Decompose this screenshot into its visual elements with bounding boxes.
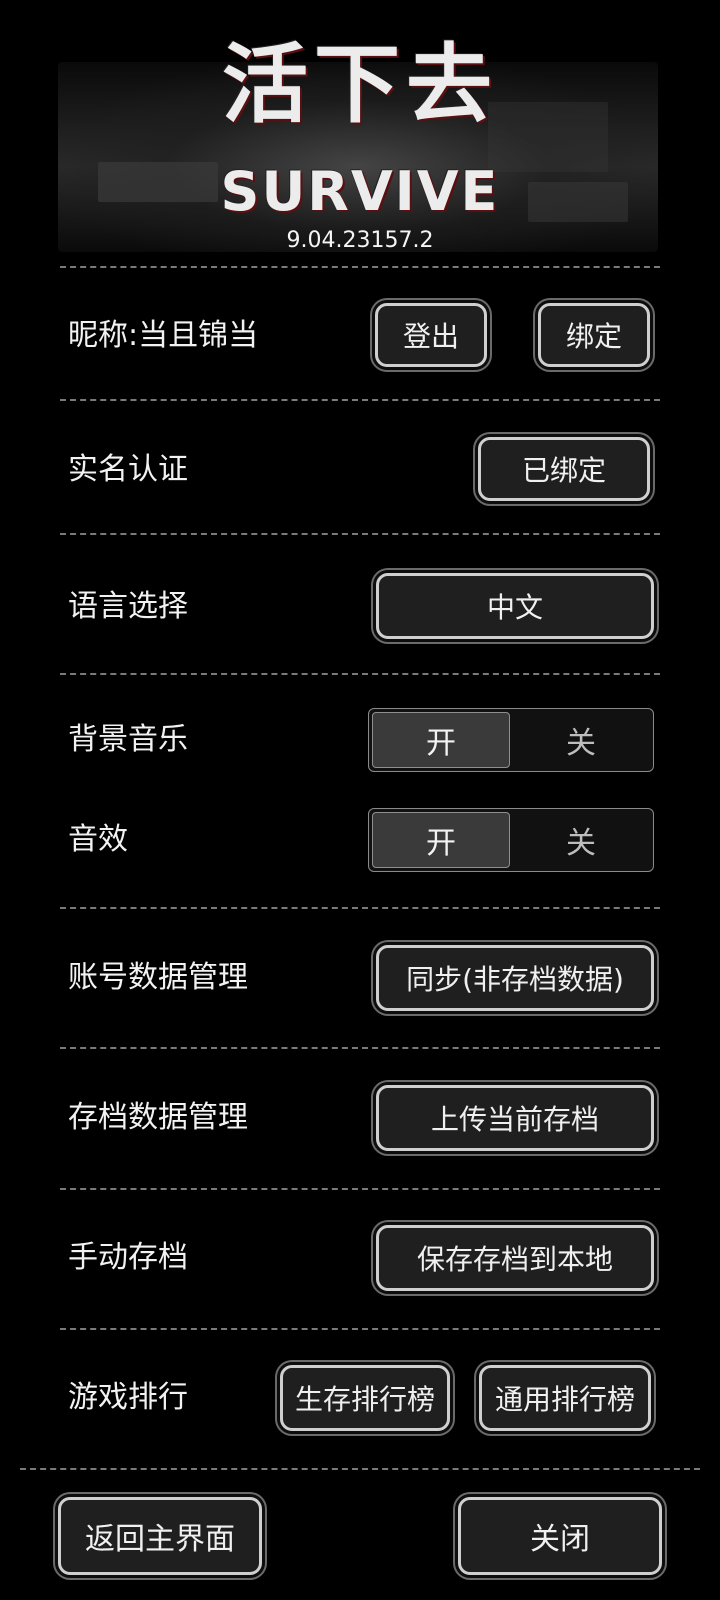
- account-data-label: 账号数据管理: [68, 960, 248, 995]
- divider: [60, 673, 660, 675]
- upload-save-button[interactable]: 上传当前存档: [376, 1085, 654, 1151]
- bgm-toggle[interactable]: 开 关: [368, 708, 654, 772]
- back-to-main-button[interactable]: 返回主界面: [58, 1497, 262, 1575]
- divider: [60, 266, 660, 268]
- language-label: 语言选择: [68, 589, 188, 624]
- bgm-label: 背景音乐: [68, 722, 188, 757]
- game-logo-chinese: 活下去: [222, 34, 498, 135]
- save-local-button[interactable]: 保存存档到本地: [376, 1225, 654, 1291]
- survival-ranking-button[interactable]: 生存排行榜: [280, 1365, 450, 1431]
- close-button[interactable]: 关闭: [458, 1497, 662, 1575]
- divider: [60, 533, 660, 535]
- sfx-off-option[interactable]: 关: [511, 812, 651, 868]
- sfx-on-option[interactable]: 开: [372, 812, 510, 868]
- divider: [60, 399, 660, 401]
- divider: [60, 1047, 660, 1049]
- sfx-toggle[interactable]: 开 关: [368, 808, 654, 872]
- manual-save-label: 手动存档: [68, 1240, 188, 1275]
- divider: [60, 1188, 660, 1190]
- bind-account-button[interactable]: 绑定: [538, 303, 650, 367]
- language-select-button[interactable]: 中文: [376, 573, 654, 639]
- version-text: 9.04.23157.2: [286, 228, 434, 253]
- game-logo-english: SURVIVE: [220, 160, 500, 223]
- general-ranking-button[interactable]: 通用排行榜: [479, 1365, 651, 1431]
- divider: [20, 1468, 700, 1470]
- divider: [60, 1328, 660, 1330]
- realname-status-button[interactable]: 已绑定: [478, 437, 650, 501]
- sfx-label: 音效: [68, 822, 128, 857]
- sync-account-data-button[interactable]: 同步(非存档数据): [376, 945, 654, 1011]
- nickname-label: 昵称:当且锦当: [68, 318, 259, 353]
- bgm-on-option[interactable]: 开: [372, 712, 510, 768]
- save-data-label: 存档数据管理: [68, 1100, 248, 1135]
- divider: [60, 907, 660, 909]
- realname-label: 实名认证: [68, 452, 188, 487]
- logout-button[interactable]: 登出: [375, 303, 487, 367]
- bgm-off-option[interactable]: 关: [511, 712, 651, 768]
- ranking-label: 游戏排行: [68, 1380, 188, 1415]
